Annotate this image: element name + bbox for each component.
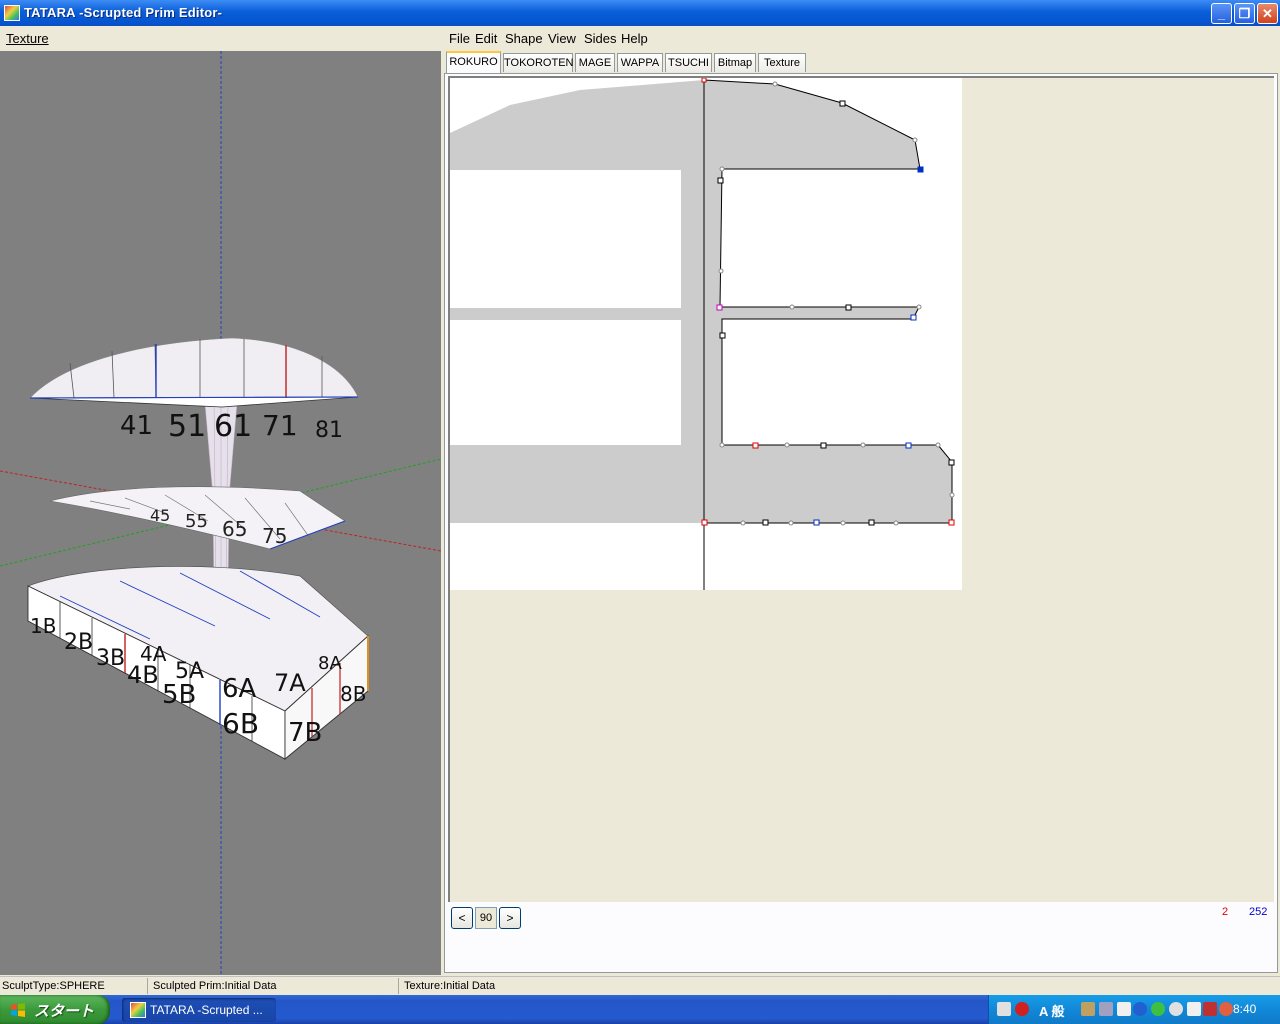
taskbar: スタート TATARA -Scrupted ... A 般 8:40	[0, 995, 1280, 1024]
mesh-label-71: 71	[262, 409, 298, 442]
mesh-label-75: 75	[262, 524, 287, 548]
taskbar-item-tatara[interactable]: TATARA -Scrupted ...	[122, 998, 276, 1022]
mesh-label-7B: 7B	[288, 718, 322, 748]
mesh-top-cap	[29, 337, 359, 408]
angle-value: 90	[475, 907, 497, 929]
menu-shape[interactable]: Shape	[505, 31, 543, 46]
counter-blue: 252	[1249, 906, 1268, 918]
windows-flag-icon	[11, 1003, 25, 1017]
tatara-app-icon	[130, 1002, 146, 1018]
prev-button[interactable]: <	[451, 907, 473, 929]
title-bar: TATARA -Scrupted Prim Editor- _ ❐ ✕	[0, 0, 1280, 26]
mesh-label-55: 55	[185, 511, 208, 532]
mesh-label-6A: 6A	[222, 674, 257, 704]
security-icon[interactable]	[1015, 1002, 1029, 1016]
ime-indicator[interactable]: A 般	[1039, 1001, 1065, 1020]
menu-bar: File Edit Shape View Sides Help	[443, 26, 1280, 50]
clock: 8:40	[1233, 1002, 1257, 1016]
mesh-label-65: 65	[222, 517, 247, 541]
tray-app-icon-4[interactable]	[1187, 1002, 1201, 1016]
tab-rokuro[interactable]: ROKURO	[446, 51, 501, 73]
clock-app-icon[interactable]	[1169, 1002, 1183, 1016]
mesh-label-81: 81	[315, 418, 343, 443]
mesh-label-6B: 6B	[222, 707, 259, 740]
counter-red: 2	[1222, 906, 1229, 918]
tray-app-icon-2[interactable]	[1099, 1002, 1113, 1016]
next-button[interactable]: >	[499, 907, 521, 929]
shield-icon[interactable]	[1203, 1002, 1217, 1016]
profile-shape[interactable]	[703, 79, 953, 524]
taskbar-item-label: TATARA -Scrupted ...	[150, 1003, 263, 1017]
start-label: スタート	[34, 1003, 95, 1020]
tab-wappa[interactable]: WAPPA	[617, 53, 663, 72]
viewport-menu-bar: Texture	[0, 26, 441, 50]
menu-edit[interactable]: Edit	[475, 31, 497, 46]
mesh-label-8A: 8A	[318, 653, 342, 674]
mesh-label-41: 41	[120, 411, 153, 441]
mesh-label-3B: 3B	[96, 646, 125, 671]
mesh-label-4B: 4B	[127, 661, 159, 689]
window-title: TATARA -Scrupted Prim Editor-	[24, 5, 223, 20]
mesh-label-7A: 7A	[274, 669, 306, 697]
keyboard-icon[interactable]	[997, 1002, 1011, 1016]
mesh-label-5B: 5B	[162, 680, 196, 710]
profile-drawing[interactable]	[450, 77, 962, 590]
tab-tokoroten[interactable]: TOKOROTEN	[503, 53, 573, 72]
mirrored-profile-shadow	[450, 80, 704, 523]
maximize-button[interactable]: ❐	[1234, 3, 1255, 24]
status-bar: SculptType:SPHERE Sculpted Prim:Initial …	[0, 976, 1280, 995]
close-button[interactable]: ✕	[1257, 3, 1278, 24]
tab-mage[interactable]: MAGE	[575, 53, 615, 72]
editor-tabs: ROKURO TOKOROTEN MAGE WAPPA TSUCHI Bitma…	[444, 51, 1280, 74]
profile-canvas[interactable]	[450, 77, 962, 590]
mesh-label-61: 61	[214, 409, 252, 444]
mesh-label-45: 45	[150, 506, 170, 525]
3d-scene[interactable]: 41 51 61 71 81 45 55 65 75 4A 5A 6A 7A 8…	[0, 51, 441, 975]
network-icon[interactable]	[1133, 1002, 1147, 1016]
update-icon[interactable]	[1151, 1002, 1165, 1016]
mesh-label-8B: 8B	[340, 682, 366, 706]
menu-file[interactable]: File	[449, 31, 470, 46]
minimize-button[interactable]: _	[1211, 3, 1232, 24]
tray-app-icon-1[interactable]	[1081, 1002, 1095, 1016]
menu-sides[interactable]: Sides	[584, 31, 617, 46]
tray-app-icon-3[interactable]	[1117, 1002, 1131, 1016]
tab-bitmap[interactable]: Bitmap	[714, 53, 756, 72]
system-tray: A 般 8:40	[988, 995, 1280, 1024]
status-sculpt-type: SculptType:SPHERE	[0, 978, 148, 994]
mesh-label-51: 51	[168, 409, 206, 444]
status-texture: Texture:Initial Data	[404, 980, 496, 992]
status-sculpted-prim: Sculpted Prim:Initial Data	[151, 978, 399, 994]
tray-app-icon-5[interactable]	[1219, 1002, 1233, 1016]
mirrored-profile-bar	[450, 308, 681, 320]
3d-viewport[interactable]: 41 51 61 71 81 45 55 65 75 4A 5A 6A 7A 8…	[0, 51, 441, 975]
mesh-label-2B: 2B	[64, 630, 93, 655]
menu-help[interactable]: Help	[621, 31, 648, 46]
menu-view[interactable]: View	[548, 31, 576, 46]
app-icon	[4, 5, 20, 21]
menu-texture[interactable]: Texture	[6, 31, 49, 46]
mesh-label-1B: 1B	[30, 614, 56, 638]
start-button[interactable]: スタート	[0, 995, 110, 1024]
tab-texture[interactable]: Texture	[758, 53, 806, 72]
tab-tsuchi[interactable]: TSUCHI	[665, 53, 712, 72]
